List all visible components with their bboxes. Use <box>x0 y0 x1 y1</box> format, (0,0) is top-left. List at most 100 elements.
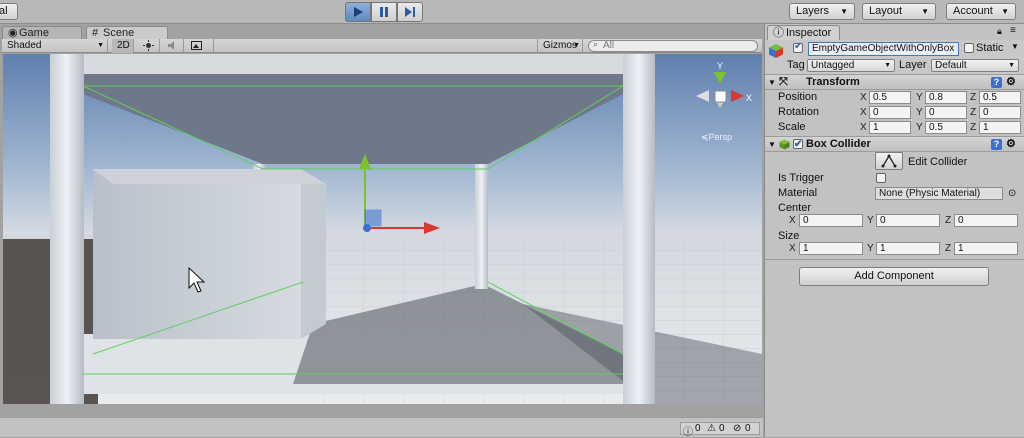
is-trigger-checkbox[interactable] <box>876 173 886 183</box>
help-icon[interactable]: ? <box>991 139 1002 150</box>
tab-inspector-label: Inspector <box>786 27 832 39</box>
axis-y-letter: Y <box>916 92 923 103</box>
position-y-field[interactable]: 0.8 <box>925 91 967 104</box>
playback-controls <box>345 2 423 22</box>
account-label: Account <box>953 5 993 17</box>
audio-toggle[interactable] <box>162 39 184 53</box>
size-z-value: 1 <box>958 243 964 254</box>
box-collider-enabled-checkbox[interactable] <box>793 137 803 152</box>
console-counters[interactable]: ⓘ 0 ⚠ 0 ⊘ 0 <box>680 422 760 438</box>
lighting-toggle[interactable] <box>138 39 160 53</box>
sun-icon <box>143 40 154 51</box>
scene-search-input[interactable]: ⌕ All <box>588 39 758 52</box>
help-icon[interactable]: ? <box>991 77 1002 88</box>
axis-x-letter: X <box>789 215 796 226</box>
scale-x-field[interactable]: 1 <box>869 121 911 134</box>
search-icon: ⌕ <box>593 39 599 49</box>
object-name-field[interactable]: EmptyGameObjectWithOnlyBox <box>808 42 959 56</box>
lock-icon[interactable]: 🔒︎ <box>997 26 1002 37</box>
rotation-y-field[interactable]: 0 <box>925 106 967 119</box>
step-button[interactable] <box>397 2 423 22</box>
scene-status-bar: ⓘ 0 ⚠ 0 ⊘ 0 <box>0 417 763 438</box>
gizmo-y-letter: Y <box>717 61 723 71</box>
persp-label[interactable]: ≼Persp <box>701 132 732 142</box>
play-button[interactable] <box>345 2 371 22</box>
layer-label: Layer <box>899 59 927 71</box>
chevron-down-icon: ▼ <box>884 62 891 69</box>
shading-mode-label: Shaded <box>7 40 42 51</box>
position-label: Position <box>778 91 818 103</box>
pillar-back-right <box>475 164 488 289</box>
layers-dropdown[interactable]: Layers ▼ <box>789 3 855 20</box>
size-y-field[interactable]: 1 <box>876 242 940 255</box>
size-z-field[interactable]: 1 <box>954 242 1018 255</box>
center-y-field[interactable]: 0 <box>876 214 940 227</box>
object-picker-icon[interactable]: ⊙ <box>1008 186 1016 201</box>
axis-z-letter: Z <box>970 107 977 118</box>
size-x-field[interactable]: 1 <box>799 242 863 255</box>
scene-view-toolbar: Shaded ▼ 2D Gizmos ▼ ⌕ All <box>2 39 762 53</box>
gear-icon[interactable]: ⚙ <box>1006 137 1016 152</box>
center-z-value: 0 <box>958 215 964 226</box>
center-x-field[interactable]: 0 <box>799 214 863 227</box>
component-divider <box>765 259 1024 260</box>
axis-y-letter: Y <box>867 243 874 254</box>
gear-icon[interactable]: ⚙ <box>1006 75 1016 90</box>
tab-scene[interactable]: # Scene <box>86 26 168 40</box>
scale-x-value: 1 <box>873 122 879 133</box>
scale-y-field[interactable]: 0.5 <box>925 121 967 134</box>
2d-toggle[interactable]: 2D <box>112 39 134 53</box>
active-checkbox[interactable] <box>793 41 803 53</box>
layer-value: Default <box>935 60 967 71</box>
toolbar-stub-button[interactable]: al <box>0 3 18 20</box>
position-x-field[interactable]: 0.5 <box>869 91 911 104</box>
center-row: X 0 Y 0 Z 0 <box>765 213 1024 228</box>
layer-dropdown[interactable]: Default ▼ <box>931 59 1019 72</box>
menu-icon[interactable]: ≡ <box>1010 25 1016 36</box>
pause-button[interactable] <box>371 2 397 22</box>
axis-x-letter: X <box>860 92 867 103</box>
transform-header[interactable]: ▼ ⤧ Transform ? ⚙ <box>765 74 1024 90</box>
gizmos-label: Gizmos <box>543 40 577 51</box>
box-collider-title: Box Collider <box>806 138 871 150</box>
rotation-x-field[interactable]: 0 <box>869 106 911 119</box>
error-count: 0 <box>745 423 751 434</box>
foldout-arrow-icon[interactable]: ▼ <box>768 75 776 90</box>
layout-label: Layout <box>869 5 903 17</box>
box-collider-header[interactable]: ▼ Box Collider ? ⚙ <box>765 136 1024 152</box>
scene-viewport[interactable]: Y X ≼Persp <box>3 54 762 404</box>
axis-y-letter: Y <box>916 122 923 133</box>
effects-dropdown[interactable] <box>186 39 214 53</box>
foldout-arrow-icon[interactable]: ▼ <box>768 137 776 152</box>
toolbar-stub-label: al <box>0 5 8 17</box>
tag-dropdown[interactable]: Untagged ▼ <box>807 59 895 72</box>
account-dropdown[interactable]: Account ▼ <box>946 3 1016 20</box>
static-checkbox[interactable] <box>964 43 974 53</box>
position-z-field[interactable]: 0.5 <box>979 91 1021 104</box>
shading-mode-dropdown[interactable]: Shaded ▼ <box>2 39 108 53</box>
gizmo-plane-handle[interactable] <box>364 209 382 227</box>
edit-collider-icon <box>881 154 897 168</box>
cube-front-face <box>93 169 301 339</box>
edit-collider-button[interactable] <box>875 152 903 170</box>
material-field[interactable]: None (Physic Material) <box>875 187 1003 200</box>
tab-inspector[interactable]: ⓘ Inspector <box>767 25 841 40</box>
center-z-field[interactable]: 0 <box>954 214 1018 227</box>
pause-icon <box>380 7 388 17</box>
tab-game[interactable]: ◉ Game <box>2 26 82 40</box>
chevron-down-icon[interactable]: ▼ <box>1011 42 1019 51</box>
scale-z-field[interactable]: 1 <box>979 121 1021 134</box>
chevron-down-icon: ▼ <box>1008 62 1015 69</box>
chevron-down-icon: ▼ <box>1001 7 1009 16</box>
rotation-y-value: 0 <box>929 107 935 118</box>
rotation-label: Rotation <box>778 106 819 118</box>
scale-z-value: 1 <box>983 122 989 133</box>
add-component-button[interactable]: Add Component <box>799 267 989 286</box>
image-icon <box>191 41 202 50</box>
error-icon: ⊘ <box>733 423 742 434</box>
layout-dropdown[interactable]: Layout ▼ <box>862 3 936 20</box>
position-y-value: 0.8 <box>929 92 943 103</box>
chevron-down-icon: ▼ <box>573 42 580 49</box>
gizmos-dropdown[interactable]: Gizmos ▼ <box>537 39 583 53</box>
rotation-z-field[interactable]: 0 <box>979 106 1021 119</box>
